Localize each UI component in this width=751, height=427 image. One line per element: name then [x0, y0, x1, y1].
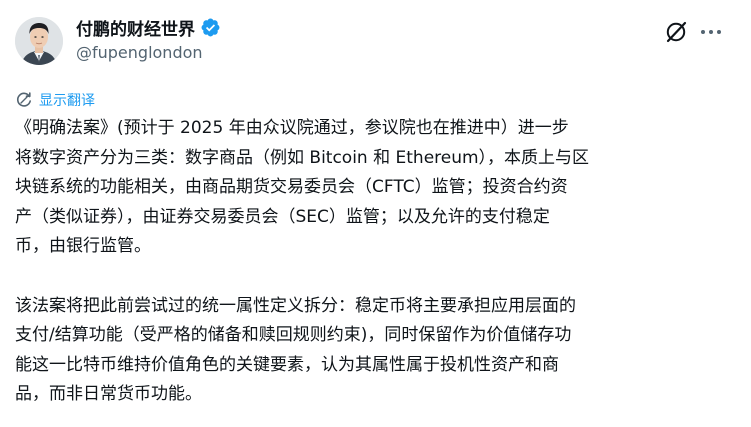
translate-icon [16, 92, 31, 107]
show-translation-link[interactable]: 显示翻译 [15, 90, 95, 110]
tweet-line: 《明确法案》(预计于 2025 年由众议院通过，参议院也在推进中）进一步 [15, 118, 569, 138]
author-handle[interactable]: @fupenglondon [76, 43, 221, 62]
grok-button[interactable] [662, 18, 690, 46]
more-icon [701, 30, 721, 34]
tweet-line: 品，而非日常货币功能。 [15, 384, 202, 405]
avatar-photo [15, 17, 63, 65]
more-options-button[interactable] [694, 18, 728, 46]
tweet-line: 币，由银行监管。 [15, 236, 151, 257]
tweet-line: 产（类似证券），由证券交易委员会（SEC）监管；以及允许的支付稳定 [15, 206, 550, 227]
author-display-name[interactable]: 付鹏的财经世界 [76, 15, 195, 40]
show-translation-label: 显示翻译 [39, 93, 95, 109]
author-name-row: 付鹏的财经世界 [76, 14, 221, 40]
tweet-line: 块链系统的功能相关，由商品期货交易委员会（CFTC）监管；投资合约资 [15, 177, 568, 198]
tweet-text: 《明确法案》(预计于 2025 年由众议院通过，参议院也在推进中）进一步 将数字… [15, 114, 740, 410]
avatar[interactable] [15, 17, 63, 65]
verified-badge-icon [200, 17, 221, 38]
tweet-line: 能这一比特币维持价值角色的关键要素，认为其属性属于投机性资产和商 [15, 354, 559, 375]
author-info: 付鹏的财经世界 @fupenglondon [76, 14, 221, 62]
tweet-post: 付鹏的财经世界 @fupenglondon 显示翻译 《明确法案》(预计于 20… [0, 0, 751, 427]
grok-icon [666, 21, 687, 43]
tweet-line: 支付/结算功能（受严格的储备和赎回规则约束)，同时保留作为价值储存功 [15, 325, 572, 346]
tweet-line: 将数字资产分为三类：数字商品（例如 Bitcoin 和 Ethereum），本质… [15, 147, 590, 168]
tweet-line: 该法案将把此前尝试过的统一属性定义拆分：稳定币将主要承担应用层面的 [15, 295, 576, 316]
